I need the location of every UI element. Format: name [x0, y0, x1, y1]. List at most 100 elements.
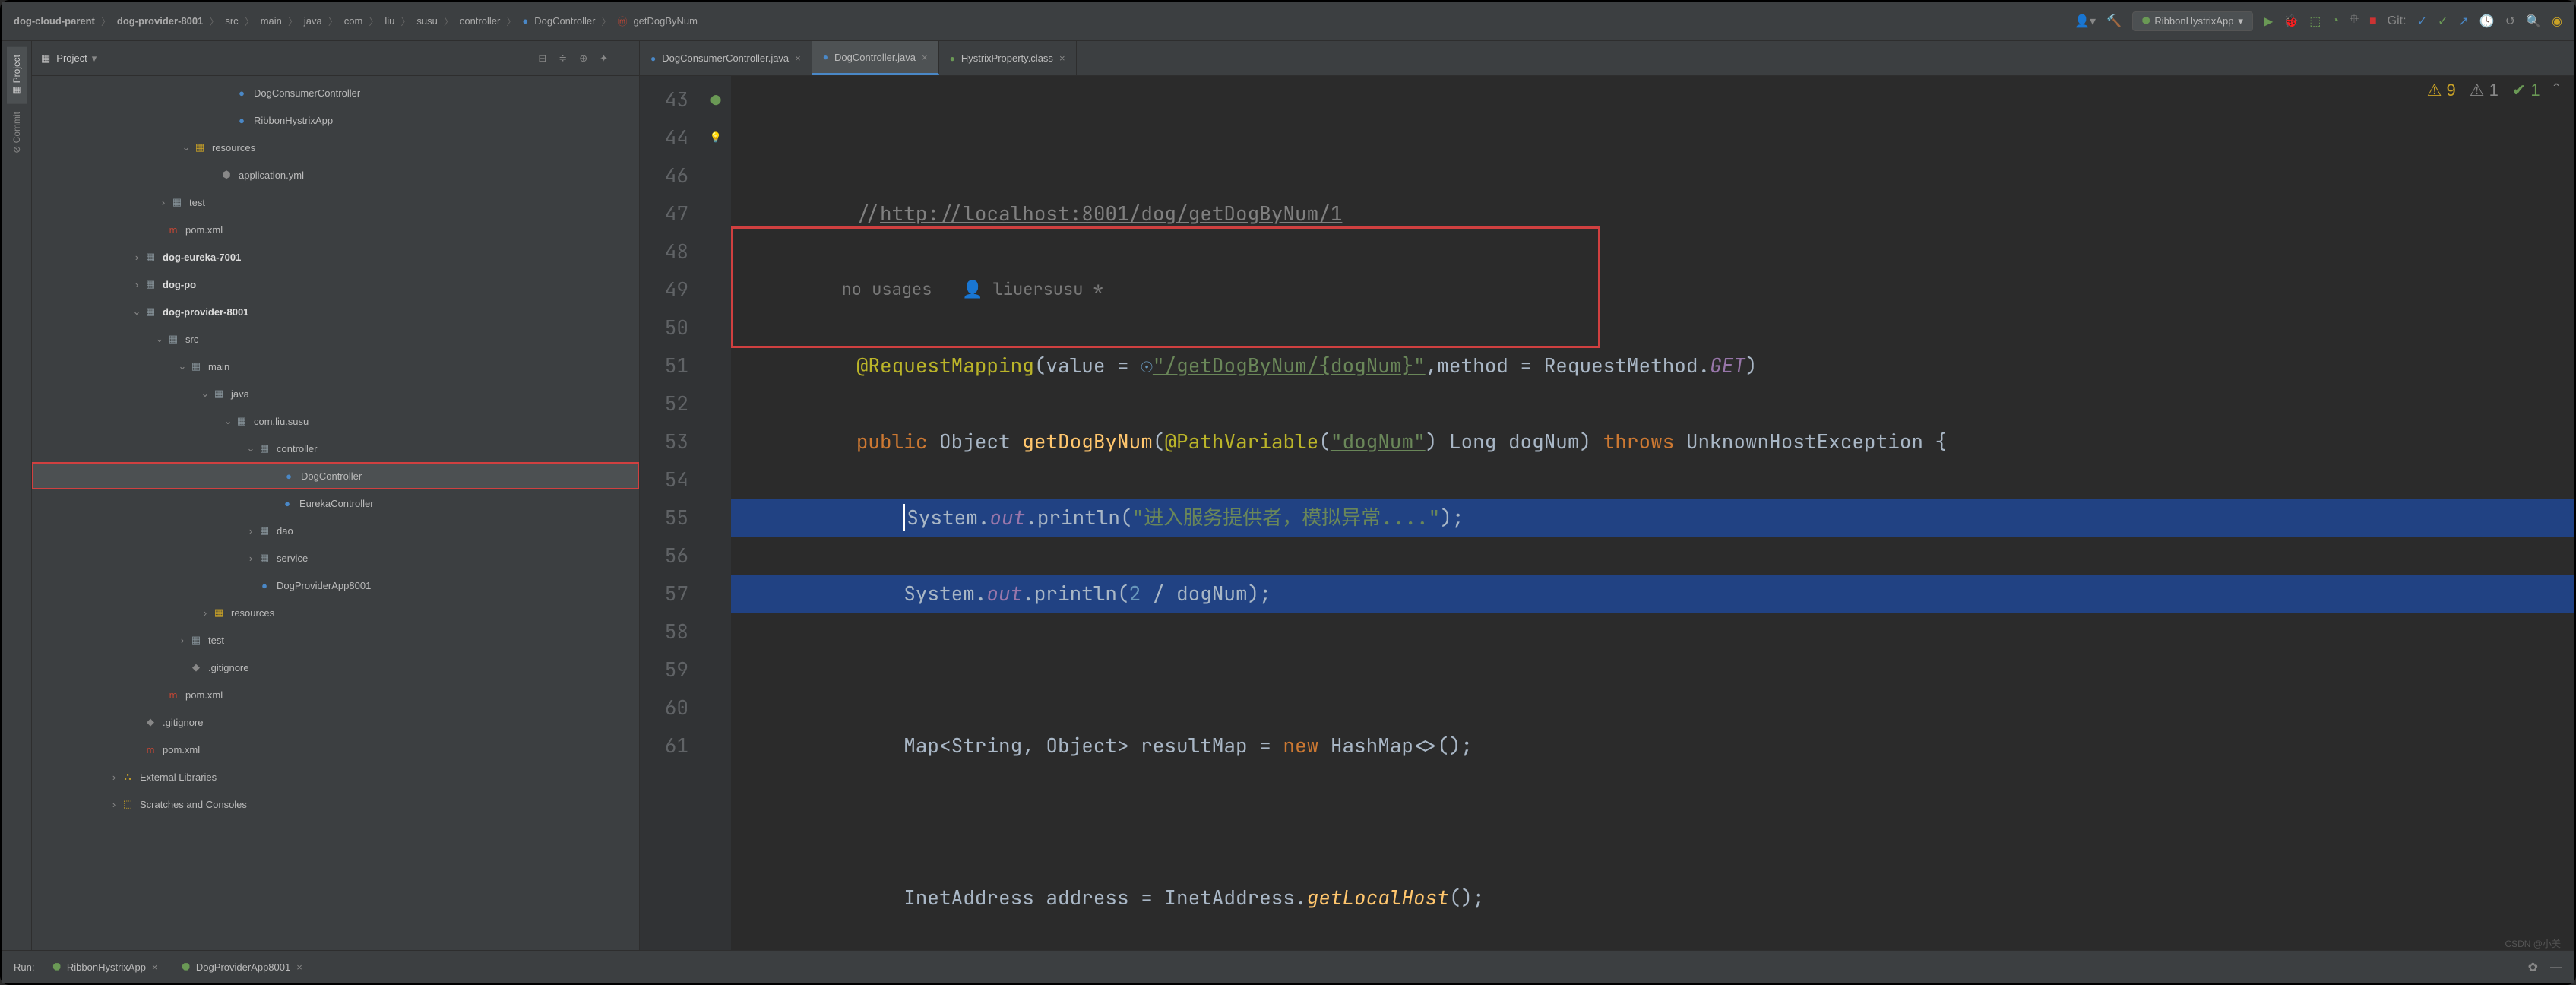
- code-line-43[interactable]: [731, 119, 2574, 157]
- tree-arrow[interactable]: ›: [245, 525, 257, 537]
- code-line-48-sel[interactable]: System.out.println("进入服务提供者，模拟异常....");: [731, 499, 2574, 537]
- close-icon[interactable]: ×: [152, 961, 158, 973]
- run-icon[interactable]: ▶: [2264, 14, 2273, 29]
- git-push-icon[interactable]: ↗: [2458, 14, 2468, 29]
- tree-arrow[interactable]: ›: [131, 252, 143, 263]
- project-tree[interactable]: ●DogConsumerController●RibbonHystrixApp⌄…: [32, 76, 639, 950]
- tree-arrow[interactable]: ›: [245, 553, 257, 564]
- tree-node-eurekacontroller[interactable]: ●EurekaController: [32, 489, 639, 517]
- tree-arrow[interactable]: ⌄: [245, 442, 257, 454]
- chevron-down-icon[interactable]: ▾: [92, 52, 97, 65]
- bc-8[interactable]: controller: [460, 15, 500, 27]
- tree-node-test[interactable]: ›▦test: [32, 626, 639, 654]
- ide-icon[interactable]: ◉: [2552, 14, 2562, 29]
- intention-bulb-icon[interactable]: 💡: [710, 131, 722, 143]
- tree-node-dogproviderapp8001[interactable]: ●DogProviderApp8001: [32, 572, 639, 599]
- close-icon[interactable]: ×: [795, 52, 801, 64]
- tree-arrow[interactable]: ⌄: [153, 333, 166, 345]
- gutter-project-tab[interactable]: ▦ Project: [7, 47, 27, 104]
- tree-node-dog-eureka-7001[interactable]: ›▦dog-eureka-7001: [32, 243, 639, 271]
- bc-4[interactable]: java: [304, 15, 322, 27]
- tree-arrow[interactable]: ›: [176, 635, 188, 646]
- tree-node-service[interactable]: ›▦service: [32, 544, 639, 572]
- tree-node-resources[interactable]: ⌄▦resources: [32, 134, 639, 161]
- tree-arrow[interactable]: ›: [108, 799, 120, 810]
- tree-node-java[interactable]: ⌄▦java: [32, 380, 639, 407]
- tree-node-application-yml[interactable]: ⬢application.yml: [32, 161, 639, 188]
- tree-node-test[interactable]: ›▦test: [32, 188, 639, 216]
- editor-tab-dogconsumercontroller-java[interactable]: ●DogConsumerController.java×: [640, 41, 812, 75]
- bc-10[interactable]: getDogByNum: [633, 15, 698, 27]
- tree-node-pom-xml[interactable]: mpom.xml: [32, 736, 639, 763]
- gear-icon[interactable]: ✦: [600, 52, 608, 65]
- search-icon[interactable]: 🔍: [2526, 14, 2541, 29]
- tree-arrow[interactable]: ⌄: [176, 360, 188, 372]
- git-history-icon[interactable]: 🕓: [2479, 14, 2495, 29]
- code-line-49-sel[interactable]: System.out.println(2 / dogNum);: [731, 575, 2574, 613]
- editor-tab-hystrixproperty-class[interactable]: ●HystrixProperty.class×: [939, 41, 1077, 75]
- tree-node--gitignore[interactable]: ◆.gitignore: [32, 708, 639, 736]
- bc-7[interactable]: susu: [416, 15, 437, 27]
- tree-arrow[interactable]: ⌄: [199, 388, 211, 400]
- locate-icon[interactable]: ⊕: [579, 52, 587, 65]
- code-line-47[interactable]: public Object getDogByNum(@PathVariable(…: [731, 423, 2574, 461]
- gutter-commit-tab[interactable]: ⊘ Commit: [7, 104, 27, 161]
- hide-icon[interactable]: —: [2550, 961, 2562, 974]
- tree-arrow[interactable]: ›: [199, 607, 211, 619]
- tree-node-pom-xml[interactable]: mpom.xml: [32, 216, 639, 243]
- close-icon[interactable]: ×: [296, 961, 302, 973]
- code-line-52[interactable]: [731, 803, 2574, 841]
- tree-arrow[interactable]: ›: [108, 771, 120, 783]
- debug-icon[interactable]: 🐞: [2283, 14, 2299, 29]
- tree-node-src[interactable]: ⌄▦src: [32, 325, 639, 353]
- bc-2[interactable]: src: [225, 15, 238, 27]
- profile-icon[interactable]: ◔: [2331, 14, 2339, 28]
- bc-6[interactable]: liu: [385, 15, 394, 27]
- editor-tab-dogcontroller-java[interactable]: ●DogController.java×: [812, 41, 939, 75]
- tree-arrow[interactable]: ⌄: [180, 141, 192, 154]
- code-line-50[interactable]: [731, 651, 2574, 689]
- run-tab-0[interactable]: ⯃ RibbonHystrixApp ×: [46, 958, 163, 977]
- tree-arrow[interactable]: ›: [157, 197, 169, 208]
- tree-node-external-libraries[interactable]: ›⛬External Libraries: [32, 763, 639, 790]
- tree-node-main[interactable]: ⌄▦main: [32, 353, 639, 380]
- tree-node-dog-po[interactable]: ›▦dog-po: [32, 271, 639, 298]
- bc-9[interactable]: DogController: [534, 15, 595, 27]
- hide-icon[interactable]: —: [620, 52, 630, 65]
- run-config-selector[interactable]: ⯃ RibbonHystrixApp ▾: [2132, 11, 2253, 31]
- close-icon[interactable]: ×: [922, 52, 928, 63]
- code-line-53[interactable]: InetAddress address = InetAddress.getLoc…: [731, 879, 2574, 917]
- user-icon[interactable]: 👤▾: [2074, 14, 2096, 29]
- tree-node-controller[interactable]: ⌄▦controller: [32, 435, 639, 462]
- attach-icon[interactable]: ⯐: [2350, 11, 2359, 31]
- tree-arrow[interactable]: ⌄: [222, 415, 234, 427]
- tree-node-pom-xml[interactable]: mpom.xml: [32, 681, 639, 708]
- code-line-46[interactable]: @RequestMapping(value = ☉"/getDogByNum/{…: [731, 347, 2574, 385]
- tree-arrow[interactable]: ⌄: [131, 306, 143, 318]
- code-insight-45[interactable]: no usages 👤 liuersusu *: [731, 271, 2574, 309]
- stop-icon[interactable]: ■: [2369, 14, 2377, 28]
- code-area[interactable]: //http://localhost:8001/dog/getDogByNum/…: [731, 76, 2574, 950]
- tree-node-dogcontroller[interactable]: ●DogController: [32, 462, 639, 489]
- tree-arrow[interactable]: ›: [131, 279, 143, 290]
- tree-node-resources[interactable]: ›▦resources: [32, 599, 639, 626]
- tree-node-dog-provider-8001[interactable]: ⌄▦dog-provider-8001: [32, 298, 639, 325]
- gutter-run-icon[interactable]: ⬤: [710, 93, 722, 105]
- hammer-icon[interactable]: 🔨: [2106, 14, 2122, 29]
- tree-node-ribbonhystrixapp[interactable]: ●RibbonHystrixApp: [32, 106, 639, 134]
- tree-node--gitignore[interactable]: ◆.gitignore: [32, 654, 639, 681]
- tree-node-scratches-and-consoles[interactable]: ›⬚Scratches and Consoles: [32, 790, 639, 818]
- code-line-51[interactable]: Map<String, Object> resultMap = new Hash…: [731, 727, 2574, 765]
- collapse-icon[interactable]: ⊟: [538, 52, 546, 65]
- tree-node-com-liu-susu[interactable]: ⌄▦com.liu.susu: [32, 407, 639, 435]
- tree-node-dao[interactable]: ›▦dao: [32, 517, 639, 544]
- bc-3[interactable]: main: [261, 15, 282, 27]
- git-commit-icon[interactable]: ✓: [2438, 14, 2448, 29]
- expand-icon[interactable]: ≑: [559, 52, 567, 65]
- tree-node-dogconsumercontroller[interactable]: ●DogConsumerController: [32, 79, 639, 106]
- gear-icon[interactable]: ✿: [2528, 960, 2538, 975]
- git-update-icon[interactable]: ✓: [2417, 14, 2427, 29]
- coverage-icon[interactable]: ⬚: [2309, 14, 2321, 29]
- close-icon[interactable]: ×: [1059, 52, 1065, 64]
- bc-0[interactable]: dog-cloud-parent: [14, 15, 95, 27]
